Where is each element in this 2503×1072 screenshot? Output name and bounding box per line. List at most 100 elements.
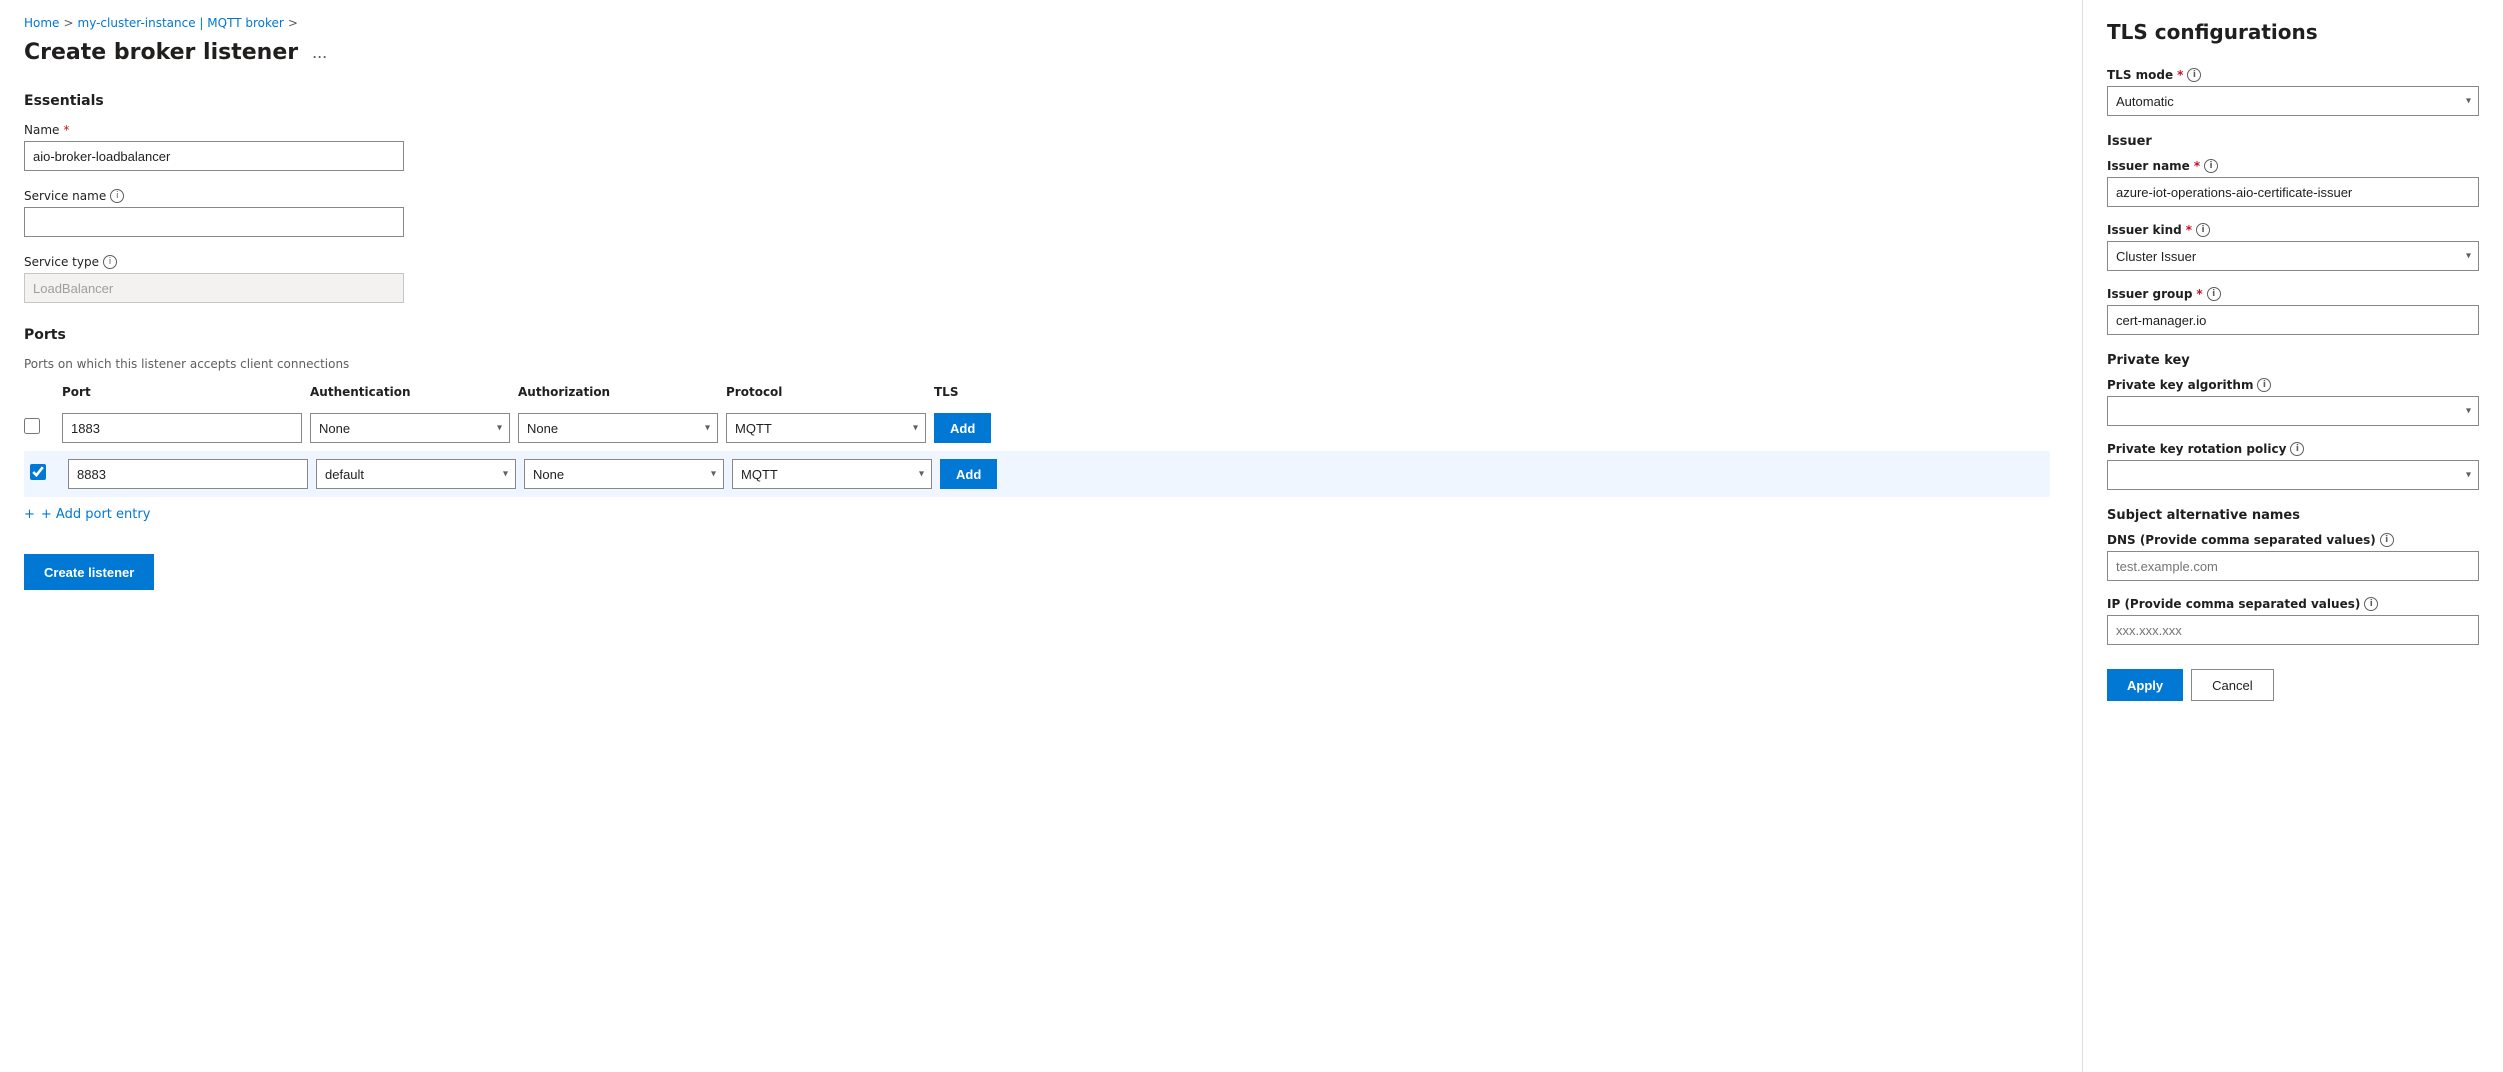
ports-table-header: Port Authentication Authorization Protoc…	[24, 385, 2050, 405]
issuer-kind-group: Issuer kind * i Cluster Issuer Issuer ▾	[2107, 223, 2479, 271]
pk-algorithm-label-text: Private key algorithm	[2107, 378, 2253, 392]
ip-label: IP (Provide comma separated values) i	[2107, 597, 2479, 611]
dns-label: DNS (Provide comma separated values) i	[2107, 533, 2479, 547]
apply-button[interactable]: Apply	[2107, 669, 2183, 701]
row2-checkbox[interactable]	[30, 464, 46, 480]
row2-authz-wrap: None ▾	[524, 459, 724, 489]
create-listener-button[interactable]: Create listener	[24, 554, 154, 590]
name-label-text: Name	[24, 123, 59, 137]
name-label: Name *	[24, 123, 2050, 137]
essentials-section-title: Essentials	[24, 93, 2050, 109]
cancel-button[interactable]: Cancel	[2191, 669, 2273, 701]
pk-algorithm-label: Private key algorithm i	[2107, 378, 2479, 392]
private-key-section-title: Private key	[2107, 353, 2479, 368]
row1-port-cell	[62, 413, 302, 443]
row2-checkbox-cell	[30, 464, 60, 484]
pk-rotation-select[interactable]: Always Never	[2107, 460, 2479, 490]
add-port-icon: +	[24, 507, 35, 522]
row1-tls-cell: Add	[934, 413, 1034, 443]
tls-mode-info-icon[interactable]: i	[2187, 68, 2201, 82]
service-type-info-icon[interactable]: i	[103, 255, 117, 269]
page-title: Create broker listener	[24, 40, 298, 65]
pk-algorithm-info-icon[interactable]: i	[2257, 378, 2271, 392]
issuer-group-required: *	[2196, 287, 2202, 301]
issuer-kind-label-text: Issuer kind	[2107, 223, 2182, 237]
col-authorization: Authorization	[518, 385, 718, 399]
pk-rotation-label-text: Private key rotation policy	[2107, 442, 2286, 456]
tls-mode-label: TLS mode * i	[2107, 68, 2479, 82]
add-port-entry[interactable]: + + Add port entry	[24, 507, 2050, 522]
ip-group: IP (Provide comma separated values) i	[2107, 597, 2479, 645]
breadcrumb: Home > my-cluster-instance | MQTT broker…	[24, 16, 2050, 30]
row1-authz-select[interactable]: None	[518, 413, 718, 443]
ports-section: Ports Ports on which this listener accep…	[24, 327, 2050, 522]
issuer-name-required: *	[2194, 159, 2200, 173]
service-type-input	[24, 273, 404, 303]
breadcrumb-cluster[interactable]: my-cluster-instance | MQTT broker	[78, 16, 284, 30]
ports-section-title: Ports	[24, 327, 2050, 343]
issuer-group-info-icon[interactable]: i	[2207, 287, 2221, 301]
port-row-8883: default None ▾ None ▾ MQTT WebSockets ▾ …	[24, 451, 2050, 497]
ellipsis-button[interactable]: ...	[306, 40, 333, 65]
row1-auth-select[interactable]: None default	[310, 413, 510, 443]
issuer-kind-info-icon[interactable]: i	[2196, 223, 2210, 237]
issuer-group-label-text: Issuer group	[2107, 287, 2192, 301]
issuer-name-label-text: Issuer name	[2107, 159, 2190, 173]
breadcrumb-sep1: >	[63, 16, 73, 30]
tls-mode-required: *	[2177, 68, 2183, 82]
ip-info-icon[interactable]: i	[2364, 597, 2378, 611]
row2-port-input[interactable]	[68, 459, 308, 489]
row2-authz-select[interactable]: None	[524, 459, 724, 489]
row1-protocol-select[interactable]: MQTT WebSockets	[726, 413, 926, 443]
row1-authz-wrap: None ▾	[518, 413, 718, 443]
pk-algorithm-select[interactable]: Ec256 Ec384 Ec521 Ed25519 Rsa2048 Rsa409…	[2107, 396, 2479, 426]
dns-info-icon[interactable]: i	[2380, 533, 2394, 547]
pk-algorithm-group: Private key algorithm i Ec256 Ec384 Ec52…	[2107, 378, 2479, 426]
col-port: Port	[62, 385, 302, 399]
row2-port-cell	[68, 459, 308, 489]
right-panel: TLS configurations TLS mode * i Automati…	[2083, 0, 2503, 1072]
name-field-group: Name *	[24, 123, 2050, 171]
service-type-field-group: Service type i	[24, 255, 2050, 303]
service-type-label: Service type i	[24, 255, 2050, 269]
row1-checkbox-cell	[24, 418, 54, 438]
issuer-group-label: Issuer group * i	[2107, 287, 2479, 301]
issuer-kind-select-wrap: Cluster Issuer Issuer ▾	[2107, 241, 2479, 271]
name-input[interactable]	[24, 141, 404, 171]
pk-rotation-info-icon[interactable]: i	[2290, 442, 2304, 456]
issuer-name-info-icon[interactable]: i	[2204, 159, 2218, 173]
issuer-name-input[interactable]	[2107, 177, 2479, 207]
service-name-label-text: Service name	[24, 189, 106, 203]
breadcrumb-home[interactable]: Home	[24, 16, 59, 30]
pk-rotation-select-wrap: Always Never ▾	[2107, 460, 2479, 490]
row1-auth-wrap: None default ▾	[310, 413, 510, 443]
issuer-kind-select[interactable]: Cluster Issuer Issuer	[2107, 241, 2479, 271]
row1-port-input[interactable]	[62, 413, 302, 443]
pk-rotation-label: Private key rotation policy i	[2107, 442, 2479, 456]
issuer-name-label: Issuer name * i	[2107, 159, 2479, 173]
pk-algorithm-select-wrap: Ec256 Ec384 Ec521 Ed25519 Rsa2048 Rsa409…	[2107, 396, 2479, 426]
service-name-info-icon[interactable]: i	[110, 189, 124, 203]
service-type-label-text: Service type	[24, 255, 99, 269]
issuer-kind-required: *	[2186, 223, 2192, 237]
row2-add-tls-button[interactable]: Add	[940, 459, 997, 489]
service-name-input[interactable]	[24, 207, 404, 237]
ports-desc: Ports on which this listener accepts cli…	[24, 357, 2050, 371]
service-name-label: Service name i	[24, 189, 2050, 203]
tls-mode-group: TLS mode * i Automatic Manual None ▾	[2107, 68, 2479, 116]
issuer-group-input[interactable]	[2107, 305, 2479, 335]
add-port-label: + Add port entry	[41, 507, 150, 522]
dns-input[interactable]	[2107, 551, 2479, 581]
issuer-kind-label: Issuer kind * i	[2107, 223, 2479, 237]
col-authentication: Authentication	[310, 385, 510, 399]
dns-label-text: DNS (Provide comma separated values)	[2107, 533, 2376, 547]
tls-mode-select[interactable]: Automatic Manual None	[2107, 86, 2479, 116]
row2-protocol-select[interactable]: MQTT WebSockets	[732, 459, 932, 489]
row1-checkbox[interactable]	[24, 418, 40, 434]
tls-mode-select-wrap: Automatic Manual None ▾	[2107, 86, 2479, 116]
row1-protocol-wrap: MQTT WebSockets ▾	[726, 413, 926, 443]
issuer-group-group: Issuer group * i	[2107, 287, 2479, 335]
row1-add-tls-button[interactable]: Add	[934, 413, 991, 443]
ip-input[interactable]	[2107, 615, 2479, 645]
row2-auth-select[interactable]: default None	[316, 459, 516, 489]
